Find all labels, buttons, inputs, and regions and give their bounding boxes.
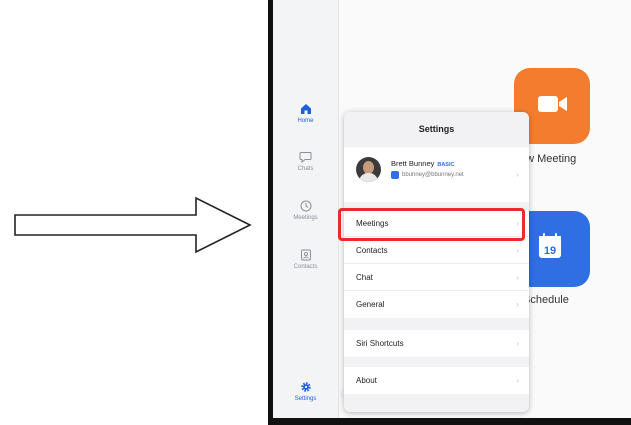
settings-item-label: Siri Shortcuts [356,339,404,348]
gear-icon [300,382,311,392]
settings-item-siri-shortcuts[interactable]: Siri Shortcuts › [344,330,529,357]
settings-item-chat[interactable]: Chat › [344,264,529,291]
contact-card-icon [300,249,311,261]
settings-title: Settings [418,124,455,134]
sidebar-item-label: Contacts [293,264,318,270]
clock-icon [300,200,311,212]
settings-item-label: General [356,300,385,309]
settings-group-about: About › [344,367,529,394]
settings-item-label: About [356,376,377,385]
chevron-right-icon: › [516,246,519,255]
settings-group-siri: Siri Shortcuts › [344,330,529,357]
chevron-right-icon: › [516,300,519,309]
right-arrow-icon [14,196,252,254]
settings-item-contacts[interactable]: Contacts › [344,237,529,264]
chevron-right-icon: › [516,376,519,385]
sidebar-item-contacts[interactable]: Contacts [273,249,338,270]
calendar-day: 19 [544,245,556,257]
sidebar-item-label: Chats [297,166,314,172]
sidebar-item-chats[interactable]: Chats [273,151,338,172]
home-icon [300,104,311,114]
meetings-highlight-box [338,208,525,241]
sidebar-item-home[interactable]: Home [273,103,338,124]
sidebar-item-settings[interactable]: Settings [273,381,338,402]
plan-badge: BASIC [437,162,455,168]
chevron-right-icon: › [516,339,519,348]
settings-popover: Settings Brett Bunney BASIC bbunney@bbunn… [344,112,529,412]
sidebar-item-label: Settings [294,396,317,402]
sidebar-item-label: Home [297,118,314,124]
settings-item-about[interactable]: About › [344,367,529,394]
sidebar: Home Chats Meetings Contacts Settings [273,0,339,418]
settings-item-label: Chat [356,273,373,282]
chevron-right-icon: › [516,273,519,282]
settings-item-general[interactable]: General › [344,291,529,318]
settings-item-label: Contacts [356,246,388,255]
sidebar-item-meetings[interactable]: Meetings [273,200,338,221]
chat-bubble-icon [299,152,312,163]
profile-row[interactable]: Brett Bunney BASIC bbunney@bbunney.net › [344,147,529,202]
avatar [356,157,381,182]
zoom-account-icon [391,171,399,179]
schedule-label: Schedule [523,294,569,306]
user-email: bbunney@bbunney.net [402,172,464,178]
chevron-right-icon: › [516,170,519,179]
sidebar-item-label: Meetings [293,215,318,221]
user-name: Brett Bunney BASIC [391,159,455,168]
